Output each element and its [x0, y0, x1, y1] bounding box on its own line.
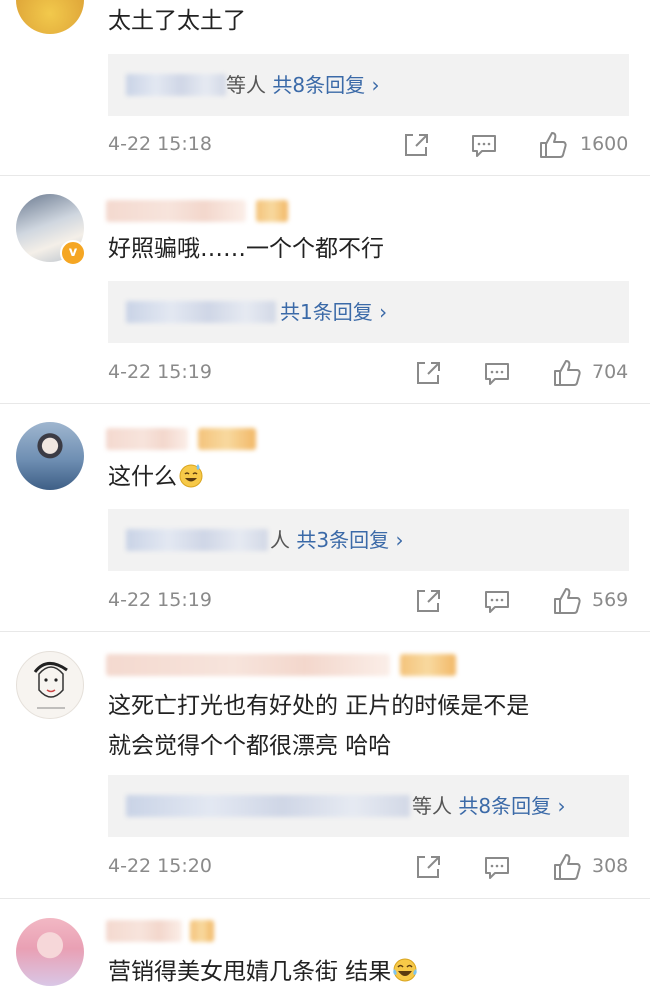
like-count: 308: [592, 855, 629, 877]
blurred-username: [126, 74, 226, 96]
reply-preview[interactable]: 等人 共8条回复 ›: [108, 775, 629, 837]
avatar[interactable]: [16, 0, 84, 34]
reply-suffix: 等人: [412, 794, 452, 818]
blurred-username: [126, 795, 410, 817]
like-icon[interactable]: [552, 852, 582, 882]
comment-icon[interactable]: [483, 589, 511, 615]
blurred-username: [106, 200, 246, 222]
chevron-right-icon[interactable]: ›: [371, 73, 379, 97]
avatar[interactable]: [16, 422, 84, 490]
divider: [0, 403, 650, 404]
like-count: 569: [592, 589, 629, 611]
laughing-crying-emoji: [393, 958, 417, 982]
divider: [0, 175, 650, 176]
comment-text: 营销得美女甩婧几条街 结果: [108, 955, 419, 989]
chevron-right-icon[interactable]: ›: [379, 300, 387, 324]
reply-count-link[interactable]: 共8条回复: [458, 794, 551, 818]
blurred-username: [126, 301, 276, 323]
verified-badge: v: [60, 240, 86, 266]
like-icon[interactable]: [552, 586, 582, 616]
blurred-username: [106, 920, 182, 942]
divider: [0, 631, 650, 632]
reply-preview[interactable]: 人 共3条回复 ›: [108, 509, 629, 571]
blurred-username: [126, 529, 268, 551]
share-icon[interactable]: [414, 360, 442, 386]
comment-icon[interactable]: [483, 361, 511, 387]
like-count: 1600: [580, 133, 629, 155]
timestamp: 4-22 15:20: [108, 855, 212, 877]
blurred-badge: [198, 428, 256, 450]
like-icon[interactable]: [538, 130, 568, 160]
sketch-face-icon: [33, 662, 68, 709]
comment-text-line2: 就会觉得个个都很漂亮 哈哈: [108, 733, 392, 759]
comment-text: 太土了太土了: [108, 8, 246, 34]
avatar[interactable]: [16, 651, 84, 719]
like-count: 704: [592, 361, 629, 383]
share-icon[interactable]: [414, 854, 442, 880]
blurred-username: [106, 654, 390, 676]
avatar[interactable]: [16, 918, 84, 986]
reply-preview[interactable]: 等人 共8条回复 ›: [108, 54, 629, 116]
sweat-smile-emoji: [179, 464, 203, 488]
reply-suffix: 等人: [226, 73, 266, 97]
share-icon[interactable]: [402, 132, 430, 158]
timestamp: 4-22 15:18: [108, 133, 212, 155]
reply-preview[interactable]: 共1条回复 ›: [108, 281, 629, 343]
comment-text-line1: 这死亡打光也有好处的 正片的时候是不是: [108, 693, 530, 719]
reply-count-link[interactable]: 共8条回复: [272, 73, 365, 97]
divider: [0, 898, 650, 899]
reply-suffix: 人: [270, 528, 290, 552]
reply-count-link[interactable]: 共1条回复: [280, 300, 373, 324]
comment-text: 这什么: [108, 460, 205, 494]
like-icon[interactable]: [552, 358, 582, 388]
comment-icon[interactable]: [470, 133, 498, 159]
blurred-badge: [190, 920, 214, 942]
comment-text: 好照骗哦……一个个都不行: [108, 236, 384, 262]
chevron-right-icon[interactable]: ›: [557, 794, 565, 818]
comment-icon[interactable]: [483, 855, 511, 881]
chevron-right-icon[interactable]: ›: [395, 528, 403, 552]
blurred-badge: [256, 200, 288, 222]
reply-count-link[interactable]: 共3条回复: [296, 528, 389, 552]
share-icon[interactable]: [414, 588, 442, 614]
blurred-badge: [400, 654, 456, 676]
timestamp: 4-22 15:19: [108, 361, 212, 383]
blurred-username: [106, 428, 188, 450]
timestamp: 4-22 15:19: [108, 589, 212, 611]
